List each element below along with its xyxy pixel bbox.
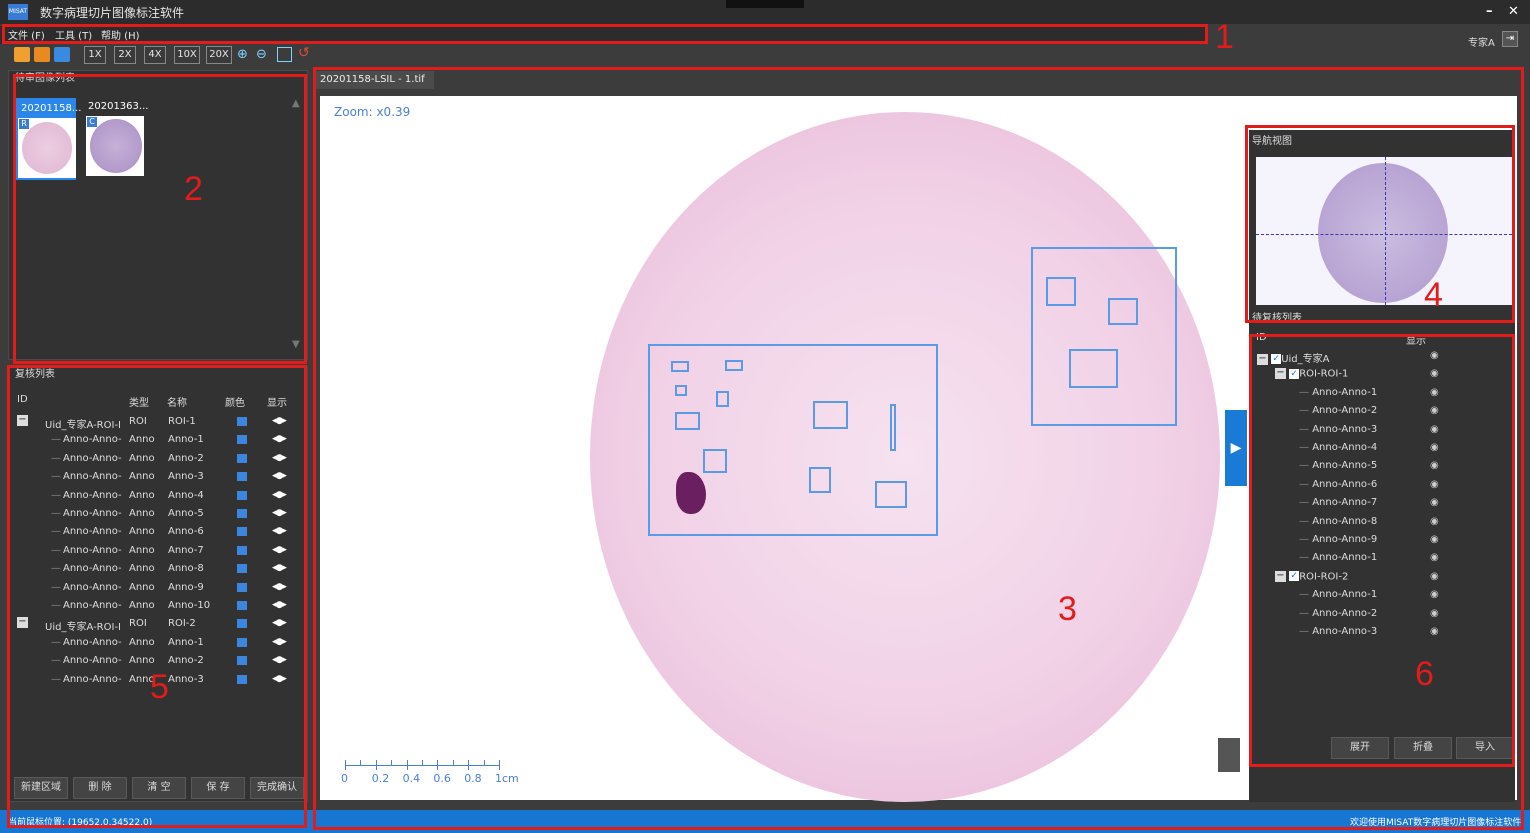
logout-button[interactable]: ⇥ [1502,31,1518,47]
eye-icon[interactable]: ◉ [1430,424,1439,435]
save-icon[interactable] [54,47,70,62]
eye-icon[interactable]: ◉ [1430,479,1439,490]
eye-icon[interactable]: ◉ [1430,387,1439,398]
callout-box [1249,334,1515,767]
user-name: 专家A [1468,38,1495,49]
open-folder-icon[interactable] [34,47,50,62]
callout-box [7,365,307,828]
eye-icon[interactable]: ◉ [1430,460,1439,471]
callout-box [13,74,307,364]
zoom-4x-button[interactable]: 4X [144,46,166,64]
zoom-20x-button[interactable]: 20X [206,46,232,64]
zoom-out-icon[interactable]: ⊖ [256,47,267,62]
zoom-in-icon[interactable]: ⊕ [237,47,248,62]
zoom-10x-button[interactable]: 10X [174,46,200,64]
fit-window-icon[interactable] [277,47,292,62]
callout-number: 2 [184,170,203,208]
eye-icon[interactable]: ◉ [1430,516,1439,527]
callout-box [2,24,1208,44]
app-logo: MISAT [8,4,28,20]
eye-icon[interactable]: ◉ [1430,626,1439,637]
minimize-button[interactable]: – [1486,4,1493,19]
eye-icon[interactable]: ◉ [1430,442,1439,453]
eye-icon[interactable]: ◉ [1430,608,1439,619]
callout-box [1245,125,1515,323]
zoom-1x-button[interactable]: 1X [84,46,106,64]
close-button[interactable]: ✕ [1508,4,1519,19]
eye-icon[interactable]: ◉ [1430,589,1439,600]
callout-number: 3 [1058,590,1077,628]
eye-icon[interactable]: ◉ [1430,497,1439,508]
callout-number: 5 [150,668,169,706]
zoom-2x-button[interactable]: 2X [114,46,136,64]
eye-icon[interactable]: ◉ [1430,552,1439,563]
callout-number: 4 [1424,276,1443,314]
eye-icon[interactable]: ◉ [1430,571,1439,582]
eye-icon[interactable]: ◉ [1430,405,1439,416]
eye-icon[interactable]: ◉ [1430,368,1439,379]
window-handle [726,0,804,8]
rotate-icon[interactable]: ↺ [298,45,310,61]
open-file-icon[interactable] [14,47,30,62]
eye-icon[interactable]: ◉ [1430,534,1439,545]
callout-number: 6 [1415,655,1434,693]
callout-number: 1 [1215,18,1234,56]
window-title: 数字病理切片图像标注软件 [40,6,185,20]
eye-icon[interactable]: ◉ [1430,350,1439,361]
